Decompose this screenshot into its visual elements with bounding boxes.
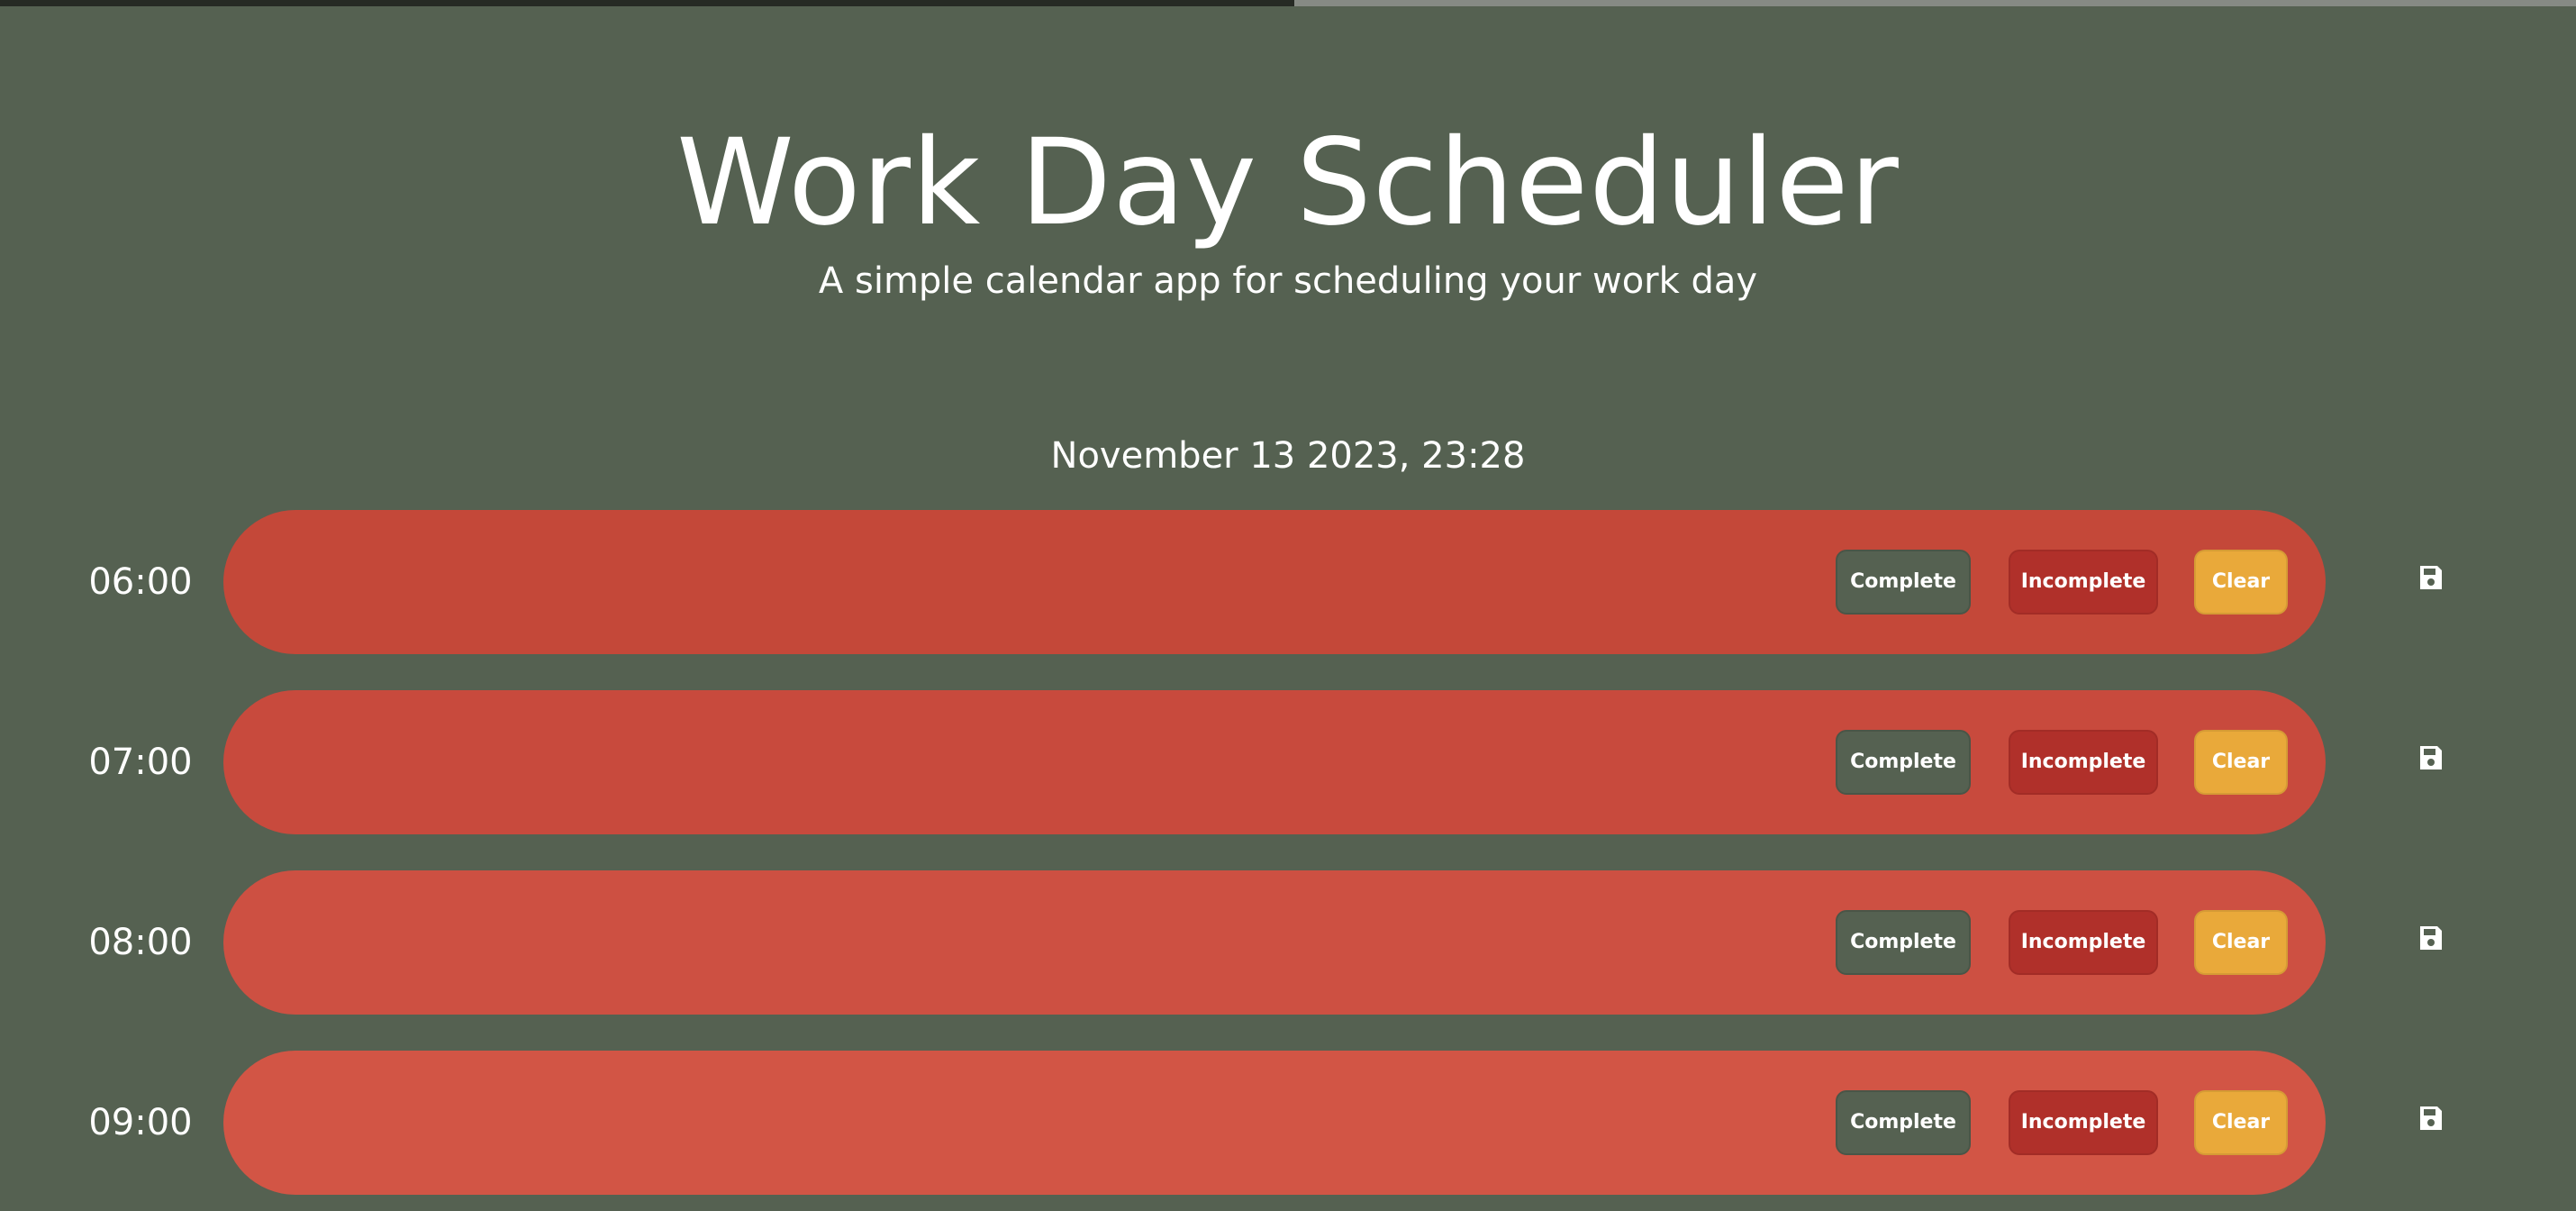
task-bar: Complete Incomplete Clear bbox=[223, 1051, 2326, 1195]
top-strip-dark bbox=[0, 0, 1294, 6]
current-date: November 13 2023, 23:28 bbox=[1050, 435, 1526, 477]
hour-row: 07:00 Complete Incomplete Clear bbox=[0, 690, 2576, 834]
complete-button[interactable]: Complete bbox=[1836, 550, 1971, 615]
incomplete-button[interactable]: Incomplete bbox=[2009, 550, 2158, 615]
hour-label: 09:00 bbox=[88, 1102, 193, 1143]
task-bar: Complete Incomplete Clear bbox=[223, 870, 2326, 1015]
clear-button[interactable]: Clear bbox=[2194, 730, 2288, 795]
complete-button[interactable]: Complete bbox=[1836, 910, 1971, 975]
incomplete-button[interactable]: Incomplete bbox=[2009, 730, 2158, 795]
clear-button[interactable]: Clear bbox=[2194, 910, 2288, 975]
top-strip bbox=[0, 0, 2576, 6]
hour-label: 08:00 bbox=[88, 922, 193, 963]
page-subtitle: A simple calendar app for scheduling you… bbox=[818, 260, 1758, 302]
incomplete-button[interactable]: Incomplete bbox=[2009, 1090, 2158, 1155]
task-bar: Complete Incomplete Clear bbox=[223, 690, 2326, 834]
task-input[interactable] bbox=[313, 717, 1776, 809]
save-button[interactable] bbox=[2407, 1105, 2455, 1144]
complete-button[interactable]: Complete bbox=[1836, 1090, 1971, 1155]
hour-label: 06:00 bbox=[88, 561, 193, 603]
complete-button[interactable]: Complete bbox=[1836, 730, 1971, 795]
page-title: Work Day Scheduler bbox=[676, 114, 1900, 252]
save-button[interactable] bbox=[2407, 744, 2455, 784]
incomplete-button[interactable]: Incomplete bbox=[2009, 910, 2158, 975]
hour-label: 07:00 bbox=[88, 742, 193, 783]
save-icon bbox=[2420, 746, 2442, 769]
save-button[interactable] bbox=[2407, 924, 2455, 964]
clear-button[interactable]: Clear bbox=[2194, 550, 2288, 615]
task-input[interactable] bbox=[313, 897, 1776, 989]
task-input[interactable] bbox=[313, 1078, 1776, 1170]
hour-row: 06:00 Complete Incomplete Clear bbox=[0, 510, 2576, 654]
save-icon bbox=[2420, 926, 2442, 950]
save-button[interactable] bbox=[2407, 564, 2455, 604]
task-bar: Complete Incomplete Clear bbox=[223, 510, 2326, 654]
clear-button[interactable]: Clear bbox=[2194, 1090, 2288, 1155]
top-strip-light bbox=[1294, 0, 2576, 6]
task-input[interactable] bbox=[313, 537, 1776, 629]
save-icon bbox=[2420, 566, 2442, 589]
save-icon bbox=[2420, 1106, 2442, 1130]
hour-row: 08:00 Complete Incomplete Clear bbox=[0, 870, 2576, 1015]
hour-row: 09:00 Complete Incomplete Clear bbox=[0, 1051, 2576, 1195]
